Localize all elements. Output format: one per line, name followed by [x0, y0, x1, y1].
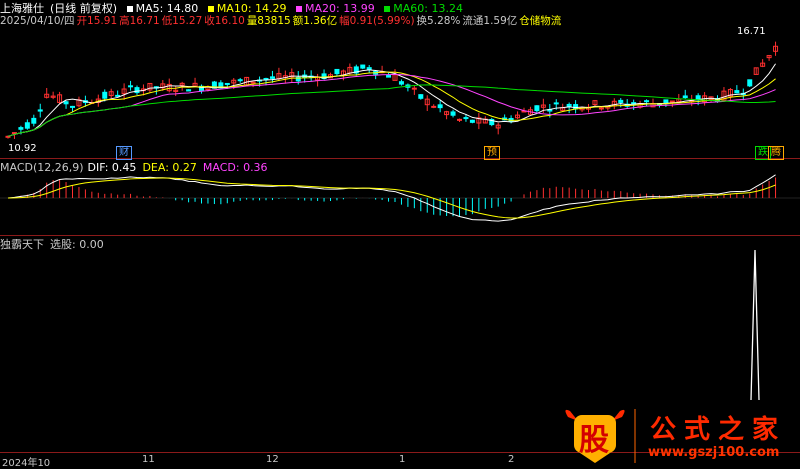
event-tag-forecast[interactable]: 预 [484, 146, 500, 160]
ma60-line [7, 84, 776, 137]
macd-dea: DEA: 0.27 [142, 161, 197, 174]
logo-big-char: 股 [579, 423, 609, 458]
axis-label-oct: 2024年10 [2, 458, 51, 469]
logo-url: www.gszj100.com [648, 445, 780, 460]
candle-body [411, 87, 417, 90]
candle-body [463, 117, 469, 120]
high-price-label: 16.71 [737, 26, 766, 37]
macd-header: MACD(12,26,9) DIF: 0.45 DEA: 0.27 MACD: 0.3… [0, 161, 274, 174]
candle-body [618, 99, 624, 103]
candle-body [128, 85, 134, 88]
candle-body [334, 68, 340, 75]
low-price-label: 10.92 [8, 143, 37, 154]
candle-body [431, 105, 437, 108]
macd-value: MACD: 0.36 [202, 161, 268, 174]
candle-body [237, 79, 243, 82]
candle-body [644, 100, 650, 103]
axis-label-jan: 1 [399, 454, 406, 465]
ma10-line [7, 71, 776, 137]
candle-body [747, 79, 753, 87]
candle-body [11, 132, 17, 135]
candle-body [418, 94, 424, 99]
candle-body [263, 77, 269, 80]
candle-body [386, 74, 392, 78]
kline-chart[interactable] [0, 0, 800, 466]
candle-body [24, 122, 30, 129]
candle-body [102, 91, 108, 99]
candle-body [469, 119, 475, 123]
candle-body [18, 127, 24, 130]
candle-body [437, 104, 443, 109]
candle-body [31, 117, 37, 124]
candle-body [134, 87, 140, 94]
candle-body [63, 101, 69, 105]
signal-spike [750, 249, 760, 401]
indicator-title: 独霸天下 [0, 238, 44, 251]
logo-title: 公式之家 [650, 415, 787, 445]
candle-body [573, 104, 579, 110]
event-tag-surge[interactable]: 腾 [768, 146, 784, 160]
candle-body [534, 105, 540, 112]
candle-body [398, 81, 404, 85]
axis-label-nov: 11 [142, 454, 155, 465]
candle-body [115, 94, 121, 97]
panel-divider [0, 235, 800, 236]
candle-body [5, 135, 11, 138]
event-tag-finance[interactable]: 财 [116, 146, 132, 160]
candle-body [70, 105, 75, 108]
indicator-value: 选股: 0.00 [50, 238, 104, 251]
candle-body [186, 89, 192, 92]
axis-label-dec: 12 [266, 454, 279, 465]
macd-title: MACD(12,26,9) [0, 161, 84, 174]
candle-body [669, 100, 675, 103]
watermark-logo: 股 公式之家 www.gszj100.com [560, 405, 800, 466]
candle-body [682, 95, 688, 99]
macd-dif: DIF: 0.45 [87, 161, 137, 174]
candle-body [457, 118, 462, 121]
candle-body [37, 109, 43, 112]
axis-label-feb: 2 [508, 454, 515, 465]
ma20-line [7, 73, 776, 137]
candle-body [553, 102, 559, 105]
candle-body [360, 64, 366, 69]
candle-body [450, 111, 456, 116]
indicator-header: 独霸天下 选股: 0.00 [0, 238, 110, 251]
candle-body [734, 90, 740, 94]
candle-body [269, 76, 275, 79]
candle-body [598, 107, 604, 110]
candle-body [224, 82, 230, 85]
